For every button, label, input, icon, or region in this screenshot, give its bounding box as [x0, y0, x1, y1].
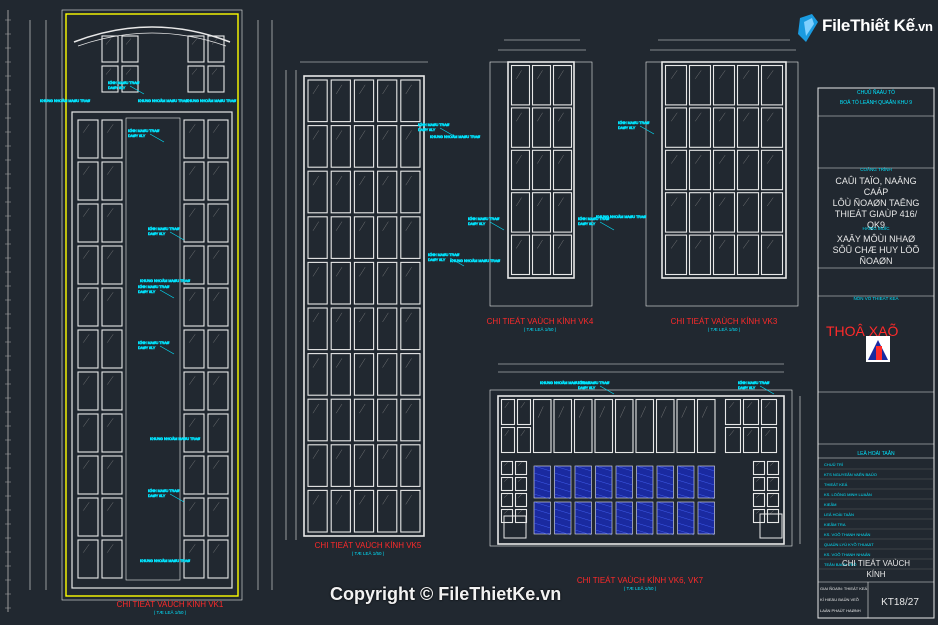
copyright-watermark: Copyright © FileThietKe.vn — [330, 584, 562, 604]
project-label: COÂNG TRÌNH — [860, 166, 891, 172]
svg-text:THIEÁT KEÁ: THIEÁT KEÁ — [824, 482, 848, 487]
svg-text:KHUNG NHOÂM MAØU TRAØ: KHUNG NHOÂM MAØU TRAØ — [138, 99, 188, 103]
svg-text:KHUNG NHOÂM MAØU TRAØ: KHUNG NHOÂM MAØU TRAØ — [450, 259, 500, 263]
svg-text:KS. VOÕ THANH NHAÂN: KS. VOÕ THANH NHAÂN — [824, 532, 870, 537]
vk3-scale: ( TÆ LEÄ 1/50 ) — [708, 326, 741, 332]
svg-text:KHUNG NHOÂM MAØU TRAØ: KHUNG NHOÂM MAØU TRAØ — [150, 437, 200, 441]
logo-suffix: .vn — [914, 19, 933, 34]
svg-text:DAØY 8LY: DAØY 8LY — [418, 128, 436, 132]
svg-text:KIEÅM TRA: KIEÅM TRA — [824, 522, 846, 527]
owner-label: CHUÛ ÑAÀU TÖ — [857, 89, 895, 96]
svg-text:SÔÛ CHÆ HUY LÖÕ: SÔÛ CHÆ HUY LÖÕ — [833, 245, 920, 255]
svg-text:DAØY 8LY: DAØY 8LY — [738, 386, 756, 390]
vk6-title: CHI TIEÁT VAÙCH KÍNH VK6, VK7 — [577, 576, 704, 585]
svg-text:DAØY 8LY: DAØY 8LY — [468, 222, 486, 226]
svg-text:CAÁP: CAÁP — [864, 187, 889, 197]
footer-2: KÍ HIEÄU BAÛN VEÕ — [820, 597, 859, 602]
svg-text:DAØY 8LY: DAØY 8LY — [138, 346, 156, 350]
svg-text:KÍNH MAØU TRAØ: KÍNH MAØU TRAØ — [148, 489, 179, 493]
svg-text:KHUNG NHOÂM MAØU TRAØ: KHUNG NHOÂM MAØU TRAØ — [140, 279, 190, 283]
owner-name: BOÄ TÖ LEÄNH QUAÂN KHU 9 — [840, 99, 912, 106]
svg-text:KÍNH MAØU TRAØ: KÍNH MAØU TRAØ — [138, 341, 169, 345]
svg-text:KTS NGUYEÃN VAÊN BAÛO: KTS NGUYEÃN VAÊN BAÛO — [824, 472, 877, 477]
vk4-title: CHI TIEÁT VAÙCH KÍNH VK4 — [487, 317, 594, 326]
svg-text:KÍNH MAØU TRAØ: KÍNH MAØU TRAØ — [428, 253, 459, 257]
svg-text:CAÛI TAÏO, NAÂNG: CAÛI TAÏO, NAÂNG — [835, 176, 916, 186]
svg-text:KIEÅM: KIEÅM — [824, 502, 836, 507]
svg-text:DAØY 8LY: DAØY 8LY — [128, 134, 146, 138]
svg-text:KHUNG NHOÂM MAØU TRAØ: KHUNG NHOÂM MAØU TRAØ — [430, 135, 480, 139]
drawing-name-2: KÍNH — [866, 570, 885, 579]
vk5-scale: ( TÆ LEÄ 1/50 ) — [352, 550, 385, 556]
cad-drawing-canvas[interactable]: KÍNH MAØU TRAØ DAØY 8LY KÍNH MAØU TRAØ DAØY… — [0, 0, 938, 625]
section-label: LEÄ HOÀI TAÂN — [857, 450, 895, 457]
svg-text:DAØY 8LY: DAØY 8LY — [578, 386, 596, 390]
svg-text:KS. VOÕ THANH NHAÂN: KS. VOÕ THANH NHAÂN — [824, 552, 870, 557]
logo-mark-icon — [798, 14, 818, 42]
svg-text:DAØY 8LY: DAØY 8LY — [148, 494, 166, 498]
vk5-title: CHI TIEÁT VAÙCH KÍNH VK5 — [315, 541, 422, 550]
svg-text:KÍNH MAØU TRAØ: KÍNH MAØU TRAØ — [738, 381, 769, 385]
svg-text:THIEÁT GIAÙP 416/: THIEÁT GIAÙP 416/ — [835, 209, 918, 219]
svg-text:ÑOAØN: ÑOAØN — [859, 256, 892, 266]
svg-text:KÍNH MAØU TRAØ: KÍNH MAØU TRAØ — [128, 129, 159, 133]
vk6-scale: ( TÆ LEÄ 1/50 ) — [624, 585, 657, 591]
svg-text:LEÂ HOÀI TAÂN: LEÂ HOÀI TAÂN — [824, 512, 854, 517]
svg-text:KÍNH MAØU TRAØ: KÍNH MAØU TRAØ — [148, 227, 179, 231]
svg-text:KÍNH MAØU TRAØ: KÍNH MAØU TRAØ — [468, 217, 499, 221]
svg-text:DAØY 8LY: DAØY 8LY — [138, 290, 156, 294]
svg-text:DAØY 8LY: DAØY 8LY — [108, 86, 126, 90]
svg-text:KÍNH MAØU TRAØ: KÍNH MAØU TRAØ — [418, 123, 449, 127]
svg-text:DAØY 8LY: DAØY 8LY — [618, 126, 636, 130]
svg-text:KHUNG NHOÂM MAØU TRAØ: KHUNG NHOÂM MAØU TRAØ — [140, 559, 190, 563]
footer-1: GIAI ÑOAÏN: THIEÁT KEÁ — [820, 586, 868, 591]
sheet-code: KT18/27 — [881, 597, 919, 608]
approval-label: ÑÔN VÒ THIEÁT KEÁ — [853, 295, 898, 301]
svg-text:CHUÛ TRÌ: CHUÛ TRÌ — [824, 462, 843, 467]
svg-text:KHUNG NHOÂM MAØU TRAØ: KHUNG NHOÂM MAØU TRAØ — [596, 215, 646, 219]
svg-text:KHUNG NHOÂM MAØU TRAØ: KHUNG NHOÂM MAØU TRAØ — [186, 99, 236, 103]
svg-text:KS. LÖÔNG MINH LUAÂN: KS. LÖÔNG MINH LUAÂN — [824, 492, 872, 497]
svg-text:KÍNH MAØU TRAØ: KÍNH MAØU TRAØ — [108, 81, 139, 85]
svg-text:KÍNH MAØU TRAØ: KÍNH MAØU TRAØ — [138, 285, 169, 289]
svg-text:DAØY 8LY: DAØY 8LY — [428, 258, 446, 262]
vk4-scale: ( TÆ LEÄ 1/50 ) — [524, 326, 557, 332]
svg-text:DAØY 8LY: DAØY 8LY — [578, 222, 596, 226]
svg-text:KÍNH MAØU TRAØ: KÍNH MAØU TRAØ — [618, 121, 649, 125]
footer-3: LAÀN PHAÙT HAØNH — [820, 608, 861, 613]
drawing-name-1: CHI TIEÁT VAÙCH — [842, 559, 910, 568]
svg-text:XAÂY MÔÙI NHAØ: XAÂY MÔÙI NHAØ — [837, 234, 915, 244]
svg-text:LÔÙ ÑOAØN TAÊNG: LÔÙ ÑOAØN TAÊNG — [833, 198, 920, 208]
vk1-title: CHI TIEÁT VAÙCH KÍNH VK1 — [117, 600, 224, 609]
svg-text:DAØY 8LY: DAØY 8LY — [148, 232, 166, 236]
svg-text:KHUNG NHOÂM MAØU TRAØ: KHUNG NHOÂM MAØU TRAØ — [40, 99, 90, 103]
item-label: HAÏNG MUÏC — [863, 225, 891, 231]
logo-brand: FileThiết Kế — [822, 16, 915, 35]
vk1-scale: ( TÆ LEÄ 1/50 ) — [154, 609, 187, 615]
svg-text:QUAÛN LYÙ KYÕ THUAÄT: QUAÛN LYÙ KYÕ THUAÄT — [824, 542, 874, 547]
vk3-title: CHI TIEÁT VAÙCH KÍNH VK3 — [671, 317, 778, 326]
svg-text:KHUNG NHOÂM MAØU TRAØ: KHUNG NHOÂM MAØU TRAØ — [540, 381, 590, 385]
filethietke-logo[interactable]: FileThiết Kế.vn — [796, 8, 936, 52]
